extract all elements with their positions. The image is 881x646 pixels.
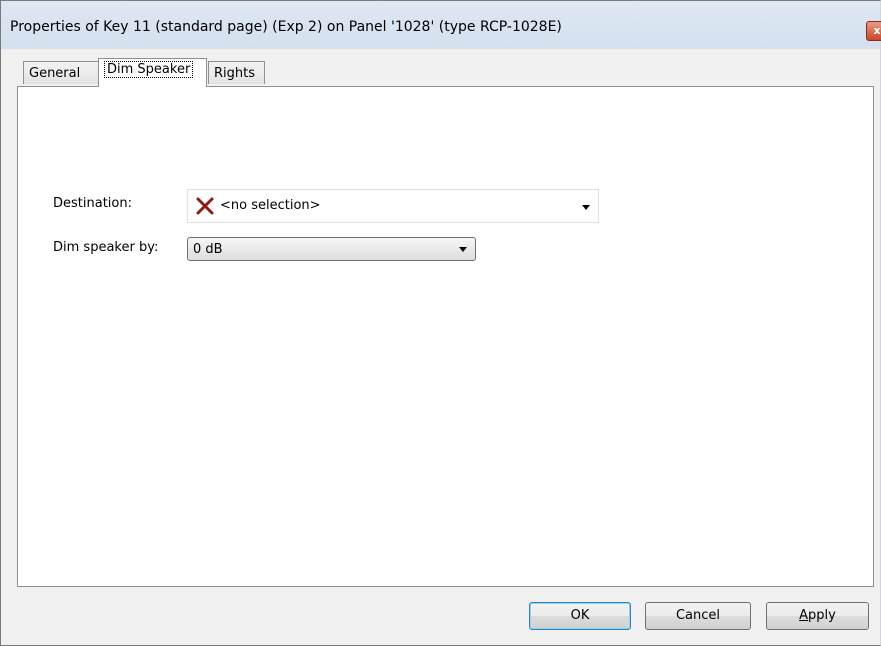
red-x-icon [196, 197, 214, 215]
window-title: Properties of Key 11 (standard page) (Ex… [10, 19, 562, 35]
apply-button-label: Apply [799, 608, 836, 623]
tab-rights[interactable]: Rights [208, 61, 265, 84]
destination-combobox[interactable]: <no selection> [187, 189, 599, 223]
close-icon: x [873, 24, 881, 37]
apply-accelerator: A [799, 608, 809, 623]
tab-dim-speaker[interactable]: Dim Speaker [98, 58, 207, 87]
chevron-down-icon[interactable] [582, 205, 590, 210]
ok-button-label: OK [570, 608, 590, 623]
apply-button[interactable]: Apply [766, 602, 869, 630]
dim-speaker-label: Dim speaker by: [53, 240, 159, 255]
destination-label: Destination: [53, 196, 132, 211]
cancel-button-label: Cancel [675, 608, 721, 623]
tab-general-label: General [29, 66, 81, 81]
dim-speaker-value: 0 dB [193, 242, 223, 257]
dim-speaker-select[interactable]: 0 dB [187, 237, 476, 261]
tab-rights-label: Rights [214, 66, 256, 81]
dialog-client-area: General Dim Speaker Rights Destination: … [9, 49, 879, 645]
destination-value: <no selection> [220, 198, 321, 213]
chevron-down-icon[interactable] [459, 247, 467, 252]
cancel-button[interactable]: Cancel [645, 602, 751, 630]
tab-general[interactable]: General [23, 61, 99, 84]
tab-page-dim-speaker: Destination: <no selection> Dim speaker … [17, 86, 874, 587]
ok-button[interactable]: OK [529, 602, 631, 630]
properties-dialog: Properties of Key 11 (standard page) (Ex… [0, 0, 881, 646]
apply-label-rest: pply [808, 608, 836, 623]
title-bar[interactable]: Properties of Key 11 (standard page) (Ex… [1, 1, 881, 49]
tab-dim-speaker-label: Dim Speaker [104, 61, 194, 78]
close-button[interactable]: x [866, 21, 881, 41]
